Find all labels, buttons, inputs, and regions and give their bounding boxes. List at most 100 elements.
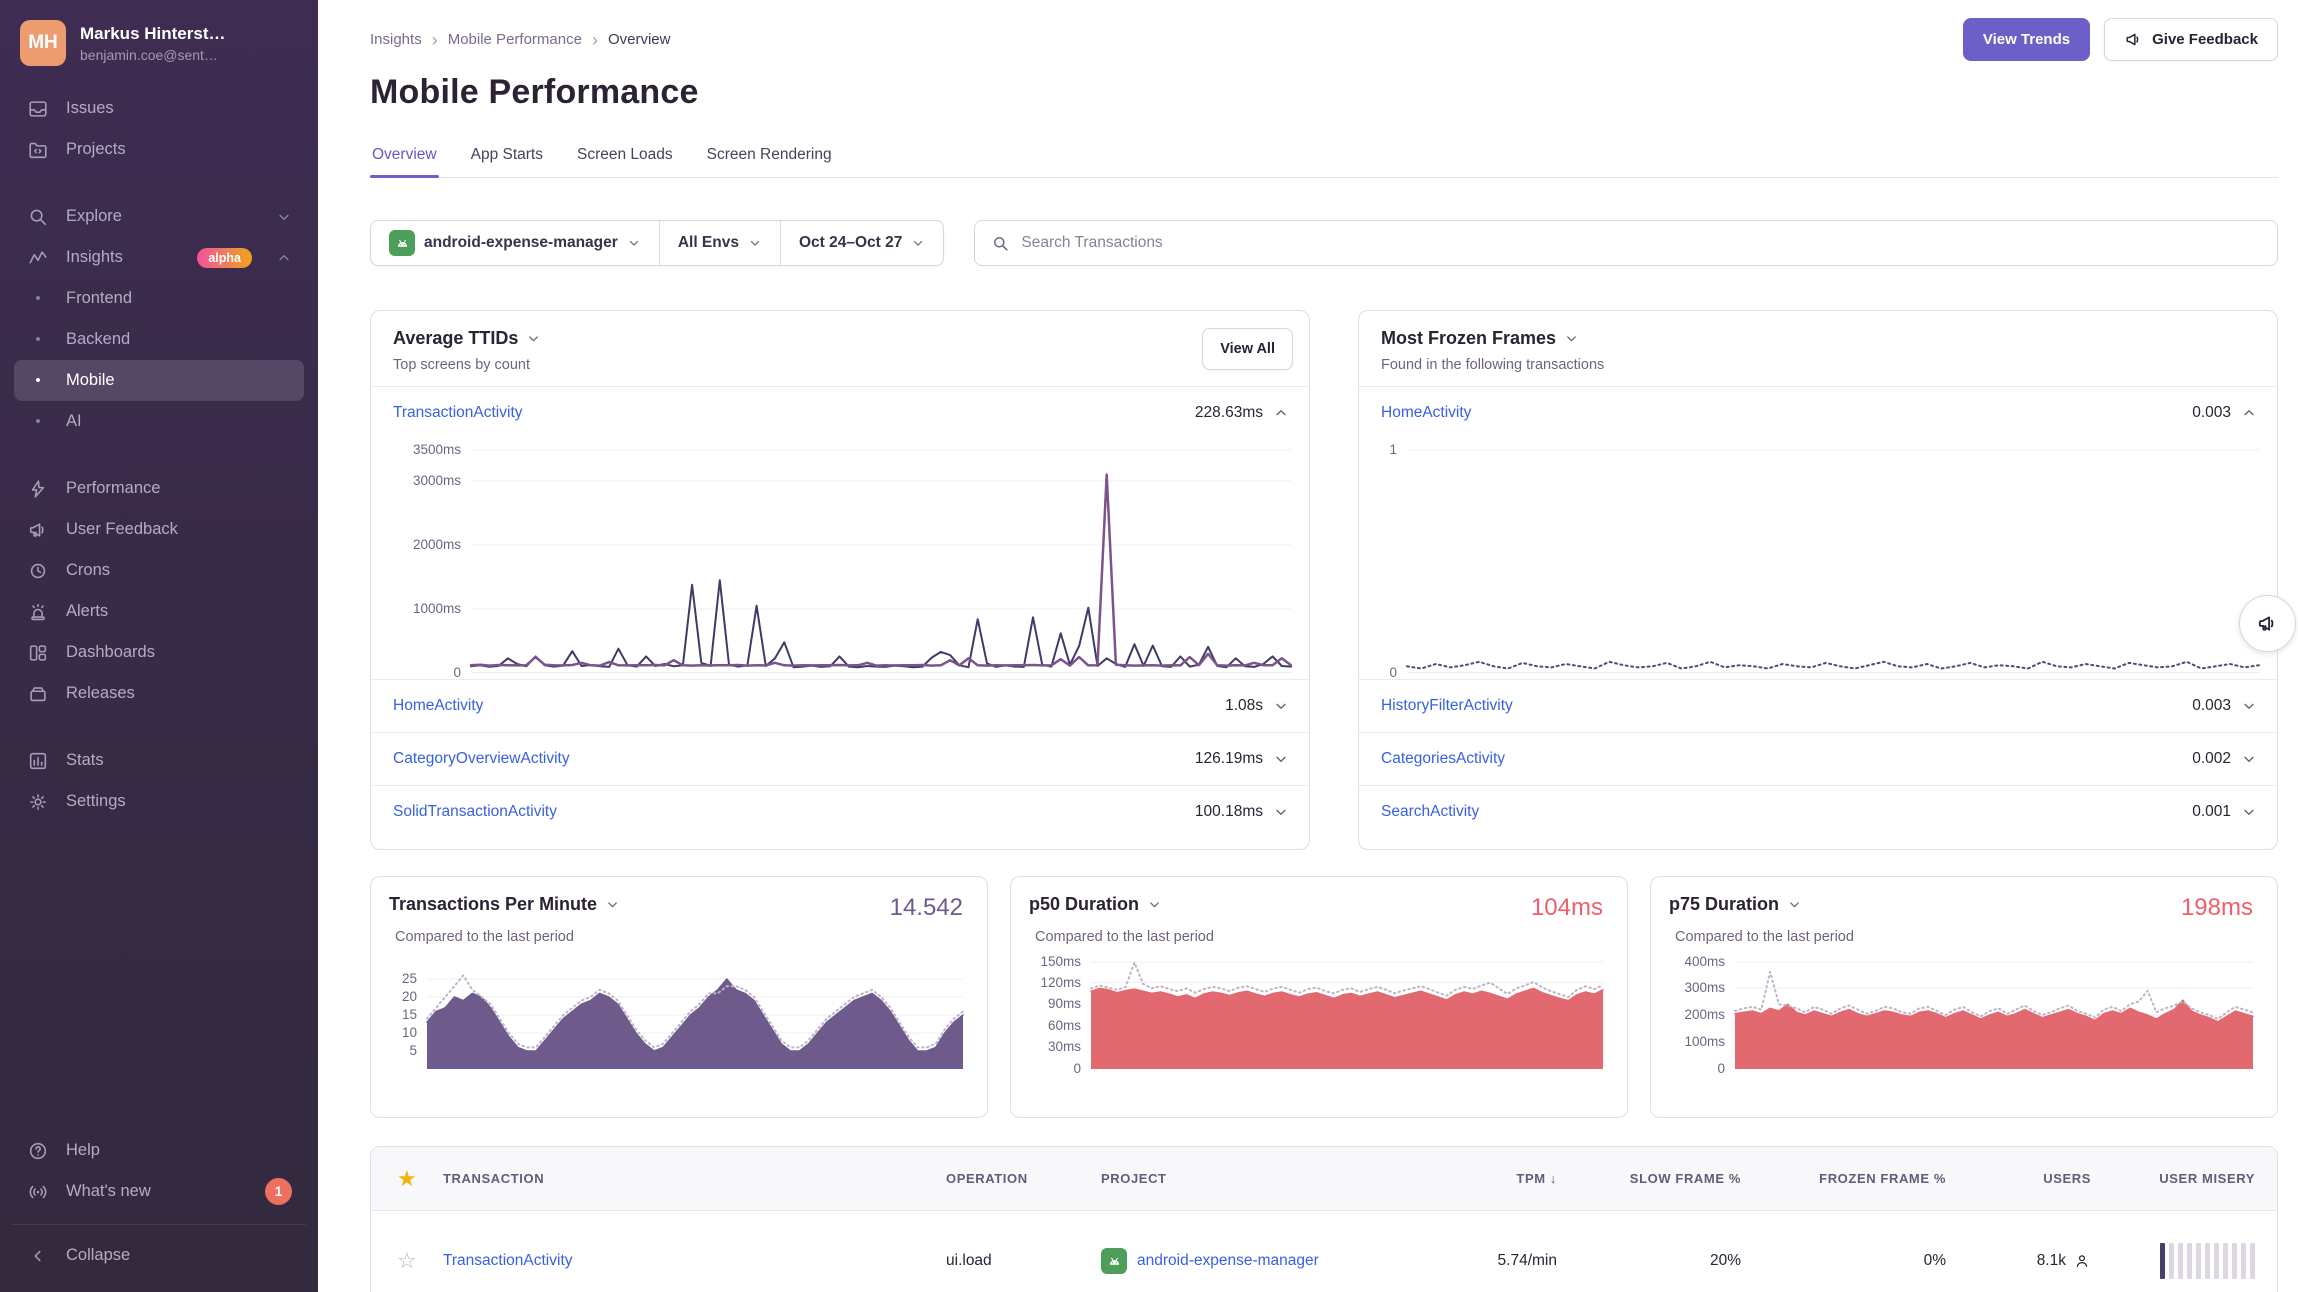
user-menu[interactable]: MH Markus Hinterst… benjamin.coe@sent… — [0, 0, 318, 82]
cell-users: 8.1k — [1946, 1252, 2091, 1270]
sidebar-item-whats-new[interactable]: What's new 1 — [14, 1171, 304, 1212]
tpm-metric-select[interactable]: Transactions Per Minute — [389, 894, 620, 915]
transaction-link[interactable]: SearchActivity — [1381, 803, 2182, 821]
search-icon — [991, 234, 1010, 253]
transaction-link[interactable]: SolidTransactionActivity — [393, 803, 1185, 821]
frozen-row-home-activity: HomeActivity 0.003 — [1359, 386, 2277, 439]
chevron-right-icon: › — [432, 31, 438, 49]
column-slow-frame[interactable]: SLOW FRAME % — [1557, 1171, 1741, 1186]
transaction-link[interactable]: TransactionActivity — [443, 1252, 573, 1269]
view-trends-button[interactable]: View Trends — [1963, 18, 2090, 61]
row-value: 0.003 — [2192, 697, 2231, 715]
sidebar-item-ai[interactable]: • AI — [14, 401, 304, 442]
search-icon — [26, 205, 50, 229]
sidebar-item-releases[interactable]: Releases — [14, 673, 304, 714]
p50-metric-select[interactable]: p50 Duration — [1029, 894, 1162, 915]
row-value: 0.002 — [2192, 750, 2231, 768]
sidebar-item-label: Help — [66, 1141, 292, 1160]
p50-value: 104ms — [1531, 894, 1603, 922]
cell-slow-frame: 20% — [1557, 1252, 1741, 1270]
sidebar-item-performance[interactable]: Performance — [14, 468, 304, 509]
column-tpm[interactable]: TPM ↓ — [1381, 1171, 1557, 1186]
tpm-chart: 252015105 — [389, 961, 963, 1069]
sidebar-item-frontend[interactable]: • Frontend — [14, 278, 304, 319]
tab-app-starts[interactable]: App Starts — [469, 146, 545, 177]
column-frozen-frame[interactable]: FROZEN FRAME % — [1741, 1171, 1946, 1186]
sidebar-item-dashboards[interactable]: Dashboards — [14, 632, 304, 673]
sidebar-item-backend[interactable]: • Backend — [14, 319, 304, 360]
sidebar-item-crons[interactable]: Crons — [14, 550, 304, 591]
floating-feedback-button[interactable] — [2239, 595, 2296, 652]
view-all-button[interactable]: View All — [1202, 328, 1293, 370]
column-operation[interactable]: OPERATION — [946, 1171, 1101, 1186]
transaction-link[interactable]: CategoriesActivity — [1381, 750, 2182, 768]
favorite-star-icon[interactable]: ☆ — [371, 1248, 443, 1274]
tab-screen-rendering[interactable]: Screen Rendering — [705, 146, 834, 177]
chevron-down-icon[interactable] — [2241, 804, 2257, 820]
sidebar-item-alerts[interactable]: Alerts — [14, 591, 304, 632]
p50-duration-card: p50 Duration 104ms Compared to the last … — [1010, 876, 1628, 1118]
chevron-down-icon — [526, 331, 541, 346]
column-project[interactable]: PROJECT — [1101, 1171, 1381, 1186]
frozen-row-categories-activity: CategoriesActivity 0.002 — [1359, 732, 2277, 785]
environment-selector[interactable]: All Envs — [659, 221, 780, 265]
sidebar-item-label: Frontend — [66, 289, 292, 308]
ttid-chart: 3500ms3000ms2000ms1000ms0 — [371, 439, 1309, 679]
cell-frozen-frame: 0% — [1741, 1252, 1946, 1270]
give-feedback-button[interactable]: Give Feedback — [2104, 18, 2278, 61]
chevron-down-icon[interactable] — [2241, 698, 2257, 714]
chevron-down-icon[interactable] — [1273, 804, 1289, 820]
sidebar-nav: Issues Projects Explore Insights alpha •… — [0, 82, 318, 822]
project-link[interactable]: android-expense-manager — [1137, 1252, 1319, 1270]
tpm-card: Transactions Per Minute 14.542 Compared … — [370, 876, 988, 1118]
sidebar-item-mobile[interactable]: • Mobile — [14, 360, 304, 401]
chevron-down-icon — [1564, 331, 1579, 346]
sidebar-item-help[interactable]: Help — [14, 1130, 304, 1171]
sidebar-item-label: Stats — [66, 751, 292, 770]
breadcrumb-mobile-performance[interactable]: Mobile Performance — [448, 31, 582, 48]
column-users[interactable]: USERS — [1946, 1171, 2091, 1186]
sidebar-item-projects[interactable]: Projects — [14, 129, 304, 170]
issues-icon — [26, 97, 50, 121]
sidebar-footer: Help What's new 1 Collapse — [0, 1130, 318, 1292]
breadcrumb-insights[interactable]: Insights — [370, 31, 422, 48]
row-value: 100.18ms — [1195, 803, 1263, 821]
bullet-icon: • — [26, 290, 50, 307]
user-name: Markus Hinterst… — [80, 24, 225, 44]
card-title: p75 Duration — [1669, 894, 1779, 915]
tab-screen-loads[interactable]: Screen Loads — [575, 146, 675, 177]
sidebar-item-settings[interactable]: Settings — [14, 781, 304, 822]
date-range-selector[interactable]: Oct 24–Oct 27 — [780, 221, 943, 265]
sidebar-item-explore[interactable]: Explore — [14, 196, 304, 237]
sidebar-item-stats[interactable]: Stats — [14, 740, 304, 781]
divider — [12, 1224, 306, 1225]
chevron-down-icon[interactable] — [1273, 698, 1289, 714]
transaction-link[interactable]: HistoryFilterActivity — [1381, 697, 2182, 715]
card-title: Transactions Per Minute — [389, 894, 597, 915]
search-input[interactable] — [1021, 234, 2261, 252]
sidebar-item-label: Mobile — [66, 371, 292, 390]
project-selector[interactable]: android-expense-manager — [371, 221, 659, 265]
favorites-column-star-icon[interactable]: ★ — [371, 1166, 443, 1192]
frozen-frames-metric-select[interactable]: Most Frozen Frames — [1381, 328, 1604, 349]
chevron-up-icon[interactable] — [1273, 405, 1289, 421]
column-transaction[interactable]: TRANSACTION — [443, 1171, 946, 1186]
chevron-down-icon[interactable] — [1273, 751, 1289, 767]
chevron-down-icon[interactable] — [2241, 751, 2257, 767]
chevron-down-icon — [911, 236, 925, 250]
average-ttids-metric-select[interactable]: Average TTIDs — [393, 328, 541, 349]
sidebar-item-issues[interactable]: Issues — [14, 88, 304, 129]
sidebar-item-insights[interactable]: Insights alpha — [14, 237, 304, 278]
transaction-link[interactable]: HomeActivity — [1381, 404, 2182, 422]
tab-overview[interactable]: Overview — [370, 146, 439, 177]
chevron-up-icon[interactable] — [2241, 405, 2257, 421]
column-user-misery[interactable]: USER MISERY — [2091, 1171, 2278, 1186]
sidebar-collapse-button[interactable]: Collapse — [14, 1235, 304, 1276]
transaction-link[interactable]: HomeActivity — [393, 697, 1215, 715]
transaction-link[interactable]: TransactionActivity — [393, 404, 1185, 422]
insights-icon — [26, 246, 50, 270]
p75-metric-select[interactable]: p75 Duration — [1669, 894, 1802, 915]
transaction-link[interactable]: CategoryOverviewActivity — [393, 750, 1185, 768]
main-content: Insights › Mobile Performance › Overview… — [318, 0, 2298, 1292]
sidebar-item-user-feedback[interactable]: User Feedback — [14, 509, 304, 550]
